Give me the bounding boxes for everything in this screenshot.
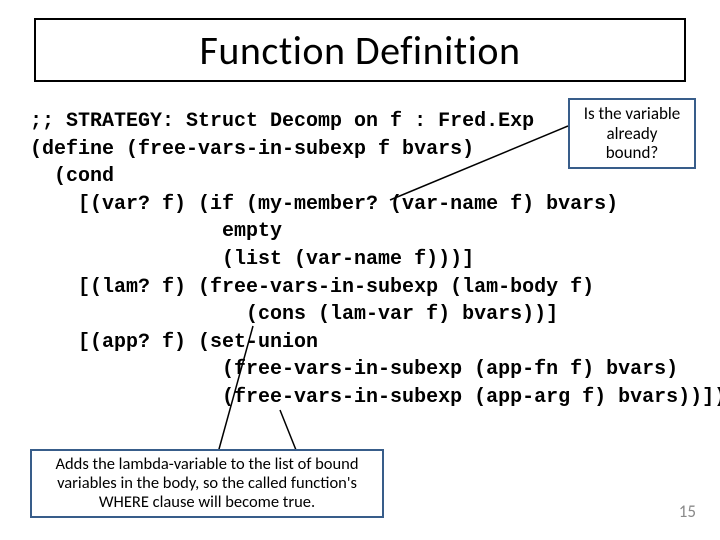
callout-text: Adds the lambda-variable to the list of … xyxy=(55,454,358,512)
title-box: Function Definition xyxy=(34,18,686,82)
callout-lambda-var: Adds the lambda-variable to the list of … xyxy=(30,449,384,518)
code-block: ;; STRATEGY: Struct Decomp on f : Fred.E… xyxy=(30,108,720,412)
slide-title: Function Definition xyxy=(200,26,521,75)
page-number: 15 xyxy=(679,501,696,522)
